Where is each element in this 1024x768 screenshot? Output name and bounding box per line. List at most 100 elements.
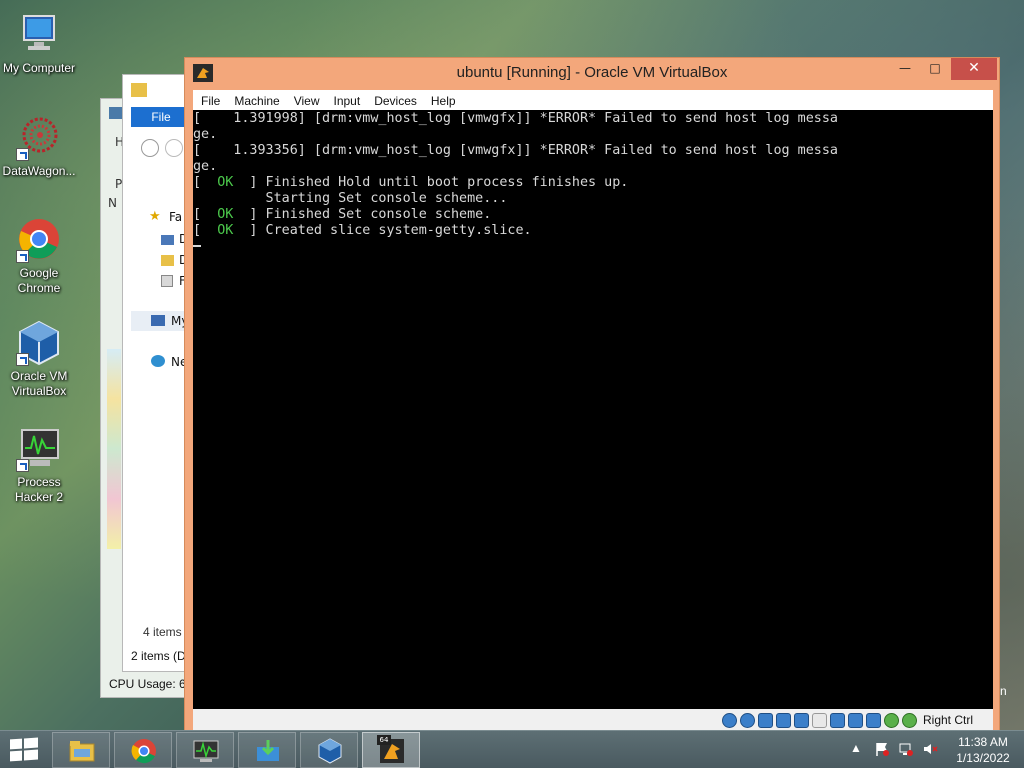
menu-help[interactable]: Help [423,91,462,108]
console-line: [ OK ] Created slice system-getty.slice. [193,223,993,239]
computer-icon [151,315,165,326]
recording-icon[interactable] [848,713,863,728]
system-clock[interactable]: 11:38 AM 1/13/2022 [948,734,1018,766]
console-line: [ OK ] Finished Hold until boot process … [193,175,993,191]
chrome-icon [130,737,158,765]
shortcut-arrow-icon [16,459,29,472]
status-ok: OK [217,223,234,238]
console-cursor-line [193,239,993,255]
desktop-icon-label: DataWagon... [2,164,76,178]
virtualbox-icon [16,320,62,366]
console-message: ] Created slice system-getty.slice. [233,223,532,238]
audio-icon[interactable] [758,713,773,728]
windows-logo-icon [24,737,38,749]
status-ok: OK [217,207,234,222]
network-icon [151,355,165,367]
status-items-selected: 2 items (D [131,649,186,663]
process-row-colors [107,349,121,549]
taskbar-chrome[interactable] [114,732,172,768]
process-hacker-icon [16,426,62,472]
desktop-icon-process-hacker[interactable]: Process Hacker 2 [0,426,78,505]
guest-additions-icon[interactable] [884,713,899,728]
download-icon [254,737,282,765]
menu-file[interactable]: File [193,91,226,108]
volume-muted-icon[interactable] [922,741,940,768]
hard-disk-icon[interactable] [722,713,737,728]
menu-view[interactable]: View [286,91,326,108]
downloads-folder-icon [161,255,174,266]
arch-badge: 64 [377,735,391,745]
virtualbox-icon [316,737,344,765]
virtualbox-vm-window[interactable]: ubuntu [Running] - Oracle VM VirtualBox … [184,57,1000,739]
desktop-icon-label: Oracle VM VirtualBox [10,369,68,398]
shared-folders-icon[interactable] [812,713,827,728]
forward-arrow-icon[interactable] [165,139,183,157]
console-line: ge. [193,159,218,174]
menu-machine[interactable]: Machine [226,91,285,108]
window-title: ubuntu [Running] - Oracle VM VirtualBox [456,64,728,81]
datawagon-icon [16,115,62,161]
menu-input[interactable]: Input [326,91,367,108]
console-line: [ 1.393356] [drm:vmw_host_log [vmwgfx]] … [193,143,838,158]
usb-icon[interactable] [794,713,809,728]
shortcut-arrow-icon [16,353,29,366]
computer-icon [16,12,62,58]
desktop-icon-label: Process Hacker 2 [14,475,64,504]
close-button[interactable]: ✕ [951,58,997,80]
panel-letter: N [108,196,117,210]
taskbar-ubuntu-vm[interactable]: 64 [362,732,420,768]
vm-console-screen[interactable]: [ 1.391998] [drm:vmw_host_log [vmwgfx]] … [193,110,993,709]
windows-logo-icon [10,738,22,750]
windows-logo-icon [10,750,22,762]
network-status-icon[interactable] [898,741,916,768]
desktop-icon-google-chrome[interactable]: Google Chrome [0,217,78,296]
console-line: [ OK ] Finished Set console scheme. [193,207,993,223]
shortcut-arrow-icon [16,250,29,263]
start-button[interactable] [10,737,38,763]
show-hidden-icons-button[interactable]: ▲ [850,741,864,768]
title-bar[interactable]: ubuntu [Running] - Oracle VM VirtualBox … [185,58,999,90]
status-ok: OK [217,175,234,190]
shortcut-arrow-icon [16,148,29,161]
desktop-edge-text: n [1000,684,1007,698]
clock-date: 1/13/2022 [956,751,1010,765]
taskbar-datawagon-sync[interactable] [238,732,296,768]
desktop-icon-label: Google Chrome [17,266,61,295]
favorites-star-icon: ★ [149,209,161,224]
minimize-button[interactable]: — [891,58,919,80]
desktop-icon-oracle-vm-virtualbox[interactable]: Oracle VM VirtualBox [0,320,78,399]
favorites-label[interactable]: Fa [169,210,182,224]
desktop-icon-my-computer[interactable]: My Computer [0,12,78,76]
console-line: Starting Set console scheme... [193,191,508,206]
cpu-usage-status: CPU Usage: 67 [109,677,193,691]
taskbar-process-hacker[interactable] [176,732,234,768]
network-adapter-icon[interactable] [776,713,791,728]
folder-icon [68,737,96,765]
bracket-open: [ [193,223,218,238]
maximize-button[interactable]: □ [921,58,949,80]
taskbar-virtualbox-manager[interactable] [300,732,358,768]
host-key-label[interactable]: Right Ctrl [923,713,973,727]
process-hacker-icon [192,737,220,765]
optical-drive-icon[interactable] [740,713,755,728]
desktop-folder-icon [161,235,174,245]
mouse-integration-icon[interactable] [902,713,917,728]
desktop-icon-datawagon[interactable]: DataWagon... [0,115,78,179]
action-center-flag-icon[interactable] [874,741,892,768]
console-message: ] Finished Hold until boot process finis… [233,175,629,190]
recent-places-icon [161,275,173,287]
windows-logo-icon [24,749,38,761]
taskbar-file-explorer[interactable] [52,732,110,768]
bracket-open: [ [193,175,218,190]
console-line: [ 1.391998] [drm:vmw_host_log [vmwgfx]] … [193,111,838,126]
display-icon[interactable] [830,713,845,728]
chrome-icon [16,217,62,263]
file-tab[interactable]: File [131,107,191,127]
back-arrow-icon[interactable] [141,139,159,157]
desktop-icon-label: My Computer [2,61,76,75]
menu-devices[interactable]: Devices [366,91,423,108]
virtualization-icon[interactable] [866,713,881,728]
console-message: ] Finished Set console scheme. [233,207,492,222]
clock-time: 11:38 AM [958,735,1008,749]
console-line: ge. [193,127,218,142]
